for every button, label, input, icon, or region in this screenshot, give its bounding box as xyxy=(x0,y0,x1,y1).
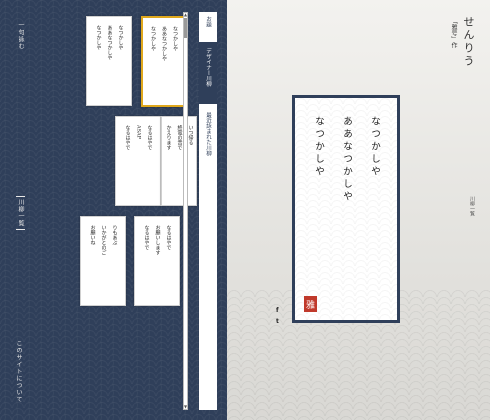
tab-designer-label: デザイナー川柳 xyxy=(205,48,211,87)
tab-recent[interactable]: 最近詠まれた川柳 xyxy=(199,112,217,182)
senryu-card[interactable]: いつ帰る 終電の音で かえります xyxy=(161,116,197,206)
twitter-icon[interactable]: t xyxy=(276,318,279,325)
category-tabs: お題 デザイナー川柳 最近詠まれた川柳 xyxy=(199,12,217,410)
card-line: ASAP xyxy=(135,125,142,140)
senryu-list-link[interactable]: 川柳一覧 xyxy=(469,196,476,216)
tab-theme-label: お題 xyxy=(205,16,211,27)
card-line: お願いね xyxy=(89,225,96,245)
app-title: せんりう xyxy=(462,16,475,68)
scroll-down-icon[interactable]: ▼ xyxy=(184,405,187,409)
left-pane: 一句詠む 川柳一覧 このサイトについて なつかしや ああなつかしや なつかしや なつ… xyxy=(0,0,227,420)
poem-line: なつかしや xyxy=(313,116,324,179)
card-line: いつ帰る xyxy=(187,125,194,145)
card-line: お願いします xyxy=(154,225,161,255)
poem-line: ああなつかしや xyxy=(341,116,352,204)
seal-stamp: 雅 xyxy=(304,296,317,312)
senryu-card-selected[interactable]: なつかしや ああなつかしや なつかしや xyxy=(141,16,186,107)
tab-designer[interactable]: デザイナー川柳 xyxy=(199,42,217,104)
senryu-card[interactable]: なるはやで お願いします なるはやで xyxy=(134,216,180,306)
card-line: なつかしや xyxy=(172,26,178,51)
scroll-thumb[interactable] xyxy=(184,18,187,38)
poem-line: なつかしや xyxy=(369,116,380,179)
senryu-card[interactable]: なるはやで ASAP なるはやで xyxy=(115,116,161,206)
card-line: なるはやで xyxy=(146,125,153,150)
tab-recent-label: 最近詠まれた川柳 xyxy=(205,112,211,156)
card-line: なるはやで xyxy=(143,225,150,250)
tab-theme[interactable]: お題 xyxy=(199,16,217,40)
senryu-card[interactable]: なつかしや ああなつかしや なつかしや xyxy=(86,16,132,106)
card-line: 終電の音で xyxy=(176,125,183,150)
card-line: いかがとのご xyxy=(100,225,107,255)
senryu-card[interactable]: りもあぶ いかがとのご お願いね xyxy=(80,216,126,306)
card-line: なるはやで xyxy=(165,225,172,250)
poem-card: なつかしや ああなつかしや なつかしや 雅 xyxy=(292,95,400,323)
card-line: かえります xyxy=(165,125,172,150)
scroll-up-icon[interactable]: ▲ xyxy=(184,13,187,17)
card-line: ああなつかしや xyxy=(161,26,167,61)
card-grid: なつかしや ああなつかしや なつかしや なつかしや ああなつかしや なつかしや なるはや… xyxy=(13,12,197,408)
card-line: ああなつかしや xyxy=(106,25,113,60)
card-line: なるはやで xyxy=(124,125,131,150)
card-line: なつかしや xyxy=(95,25,102,50)
card-scrollbar[interactable]: ▲ ▼ xyxy=(183,12,188,410)
facebook-icon[interactable]: f xyxy=(276,307,279,314)
card-line: なつかしや xyxy=(117,25,124,50)
card-line: なつかしや xyxy=(150,26,156,51)
author-name: 「雅号」作 xyxy=(450,18,457,48)
card-line: りもあぶ xyxy=(111,225,118,245)
